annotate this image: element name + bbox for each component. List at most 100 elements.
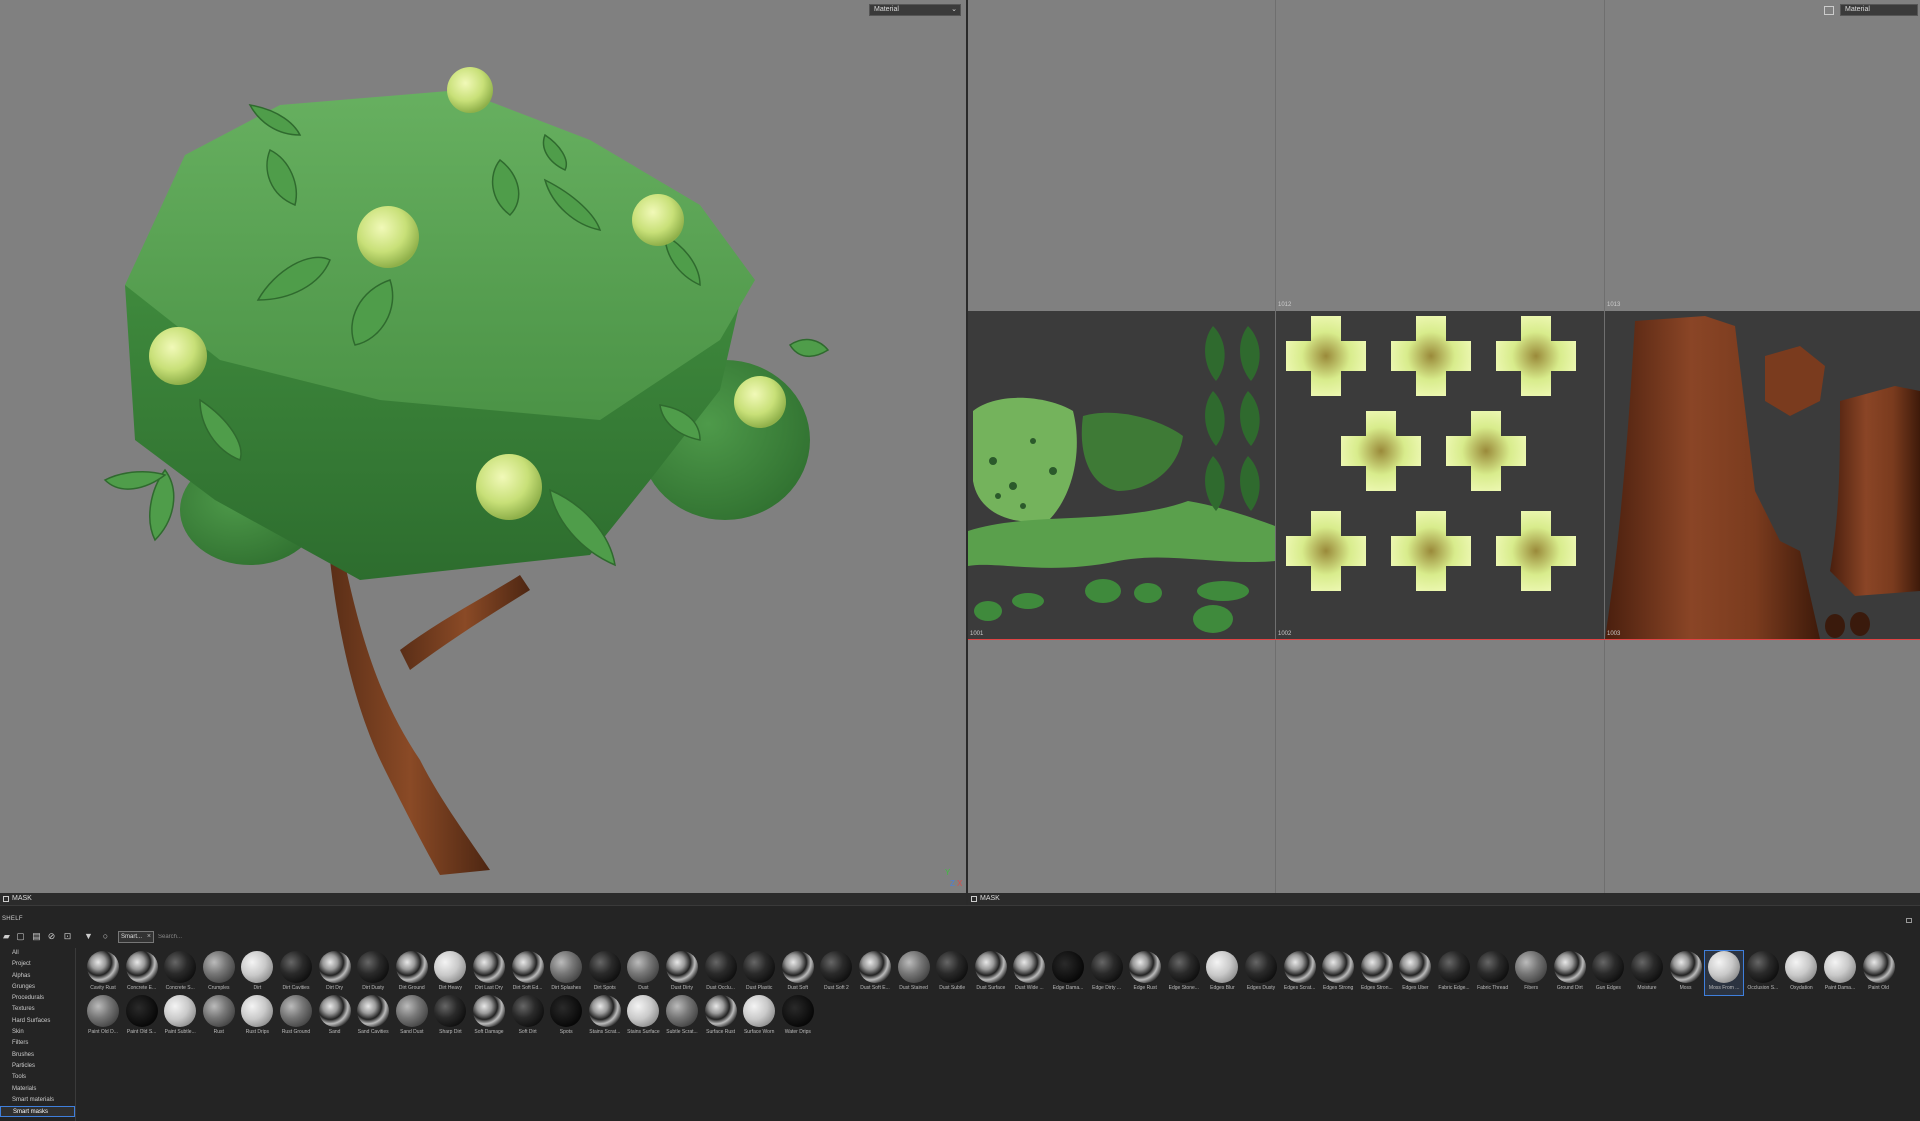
smart-mask-item[interactable]: Rust Ground: [277, 995, 315, 1039]
smart-mask-item[interactable]: Moss: [1667, 951, 1705, 995]
smart-mask-item[interactable]: Edges Scrat...: [1281, 951, 1319, 995]
smart-mask-item[interactable]: Edge Rust: [1126, 951, 1164, 995]
smart-mask-item[interactable]: Surface Worn: [740, 995, 778, 1039]
close-icon[interactable]: ×: [147, 932, 151, 942]
smart-mask-item[interactable]: Sand Cavities: [354, 995, 392, 1039]
smart-mask-item[interactable]: Moisture: [1628, 951, 1666, 995]
category-item[interactable]: All: [0, 948, 75, 959]
smart-mask-item[interactable]: Paint Dama...: [1821, 951, 1859, 995]
smart-mask-item[interactable]: Paint Old S...: [123, 995, 161, 1039]
smart-mask-item[interactable]: Dust: [624, 951, 662, 995]
smart-mask-item[interactable]: Dust Wide ...: [1010, 951, 1048, 995]
smart-mask-item[interactable]: Rust Drips: [238, 995, 276, 1039]
category-item[interactable]: Project: [0, 959, 75, 970]
smart-mask-item[interactable]: Dirt Dusty: [354, 951, 392, 995]
save-icon[interactable]: ▤: [32, 932, 41, 941]
viewport-2d-mask-bar[interactable]: MASK: [968, 893, 1920, 905]
mask-toggle-icon[interactable]: [3, 896, 9, 902]
smart-mask-item[interactable]: Dirt Cavities: [277, 951, 315, 995]
smart-mask-item[interactable]: Fabric Edge...: [1435, 951, 1473, 995]
smart-mask-item[interactable]: Dust Plastic: [740, 951, 778, 995]
smart-mask-item[interactable]: Surface Rust: [702, 995, 740, 1039]
smart-mask-item[interactable]: Dust Subtle: [933, 951, 971, 995]
smart-mask-item[interactable]: Fabric Thread: [1474, 951, 1512, 995]
smart-mask-item[interactable]: Rust: [200, 995, 238, 1039]
smart-mask-item[interactable]: Paint Old D...: [84, 995, 122, 1039]
smart-mask-item[interactable]: Dust Soft E...: [856, 951, 894, 995]
viewport-3d-mask-bar[interactable]: MASK: [0, 893, 966, 905]
smart-mask-item[interactable]: Oxydation: [1782, 951, 1820, 995]
category-item[interactable]: Tools: [0, 1072, 75, 1083]
smart-mask-item[interactable]: Dust Surface: [972, 951, 1010, 995]
smart-mask-item[interactable]: Dirt Dry: [316, 951, 354, 995]
filter-icon[interactable]: ▼: [84, 932, 93, 941]
shelf-undock-icon[interactable]: [1906, 918, 1912, 923]
smart-mask-item[interactable]: Dust Stained: [895, 951, 933, 995]
category-item[interactable]: Textures: [0, 1004, 75, 1015]
smart-mask-item[interactable]: Stains Scrat...: [586, 995, 624, 1039]
smart-mask-item[interactable]: Dirt Splashes: [547, 951, 585, 995]
category-item[interactable]: Materials: [0, 1084, 75, 1095]
smart-mask-item[interactable]: Soft Damage: [470, 995, 508, 1039]
smart-mask-item[interactable]: Dust Soft: [779, 951, 817, 995]
search-input[interactable]: [158, 931, 458, 943]
expand-icon[interactable]: ▢: [16, 932, 25, 941]
smart-mask-item[interactable]: Occlusion S...: [1744, 951, 1782, 995]
smart-mask-item[interactable]: Dirt Heavy: [431, 951, 469, 995]
viewport-3d[interactable]: Material ⌄ Y Z X: [0, 0, 966, 893]
viewport-2d[interactable]: Material 1012 1013 1001 1002 1003: [968, 0, 1920, 893]
smart-mask-item[interactable]: Moss From ...: [1704, 950, 1745, 996]
import-icon[interactable]: ⊡: [63, 932, 72, 941]
smart-mask-item[interactable]: Edges Strong: [1319, 951, 1357, 995]
category-item[interactable]: Smart masks: [0, 1106, 75, 1118]
smart-mask-item[interactable]: Sand Dust: [393, 995, 431, 1039]
smart-mask-item[interactable]: Sand: [316, 995, 354, 1039]
smart-mask-item[interactable]: Subtle Scrat...: [663, 995, 701, 1039]
smart-mask-item[interactable]: Edge Stone...: [1165, 951, 1203, 995]
category-item[interactable]: Procedurals: [0, 993, 75, 1004]
smart-mask-item[interactable]: Stains Surface: [624, 995, 662, 1039]
mask-toggle-icon[interactable]: [971, 896, 977, 902]
smart-mask-item[interactable]: Edges Stron...: [1358, 951, 1396, 995]
category-item[interactable]: Particles: [0, 1061, 75, 1072]
smart-mask-item[interactable]: Dust Soft 2: [817, 951, 855, 995]
smart-mask-item[interactable]: Water Drips: [779, 995, 817, 1039]
smart-mask-item[interactable]: Crumples: [200, 951, 238, 995]
smart-mask-item[interactable]: Soft Dirt: [509, 995, 547, 1039]
smart-mask-item[interactable]: Edge Dirty ...: [1088, 951, 1126, 995]
circle-icon[interactable]: ○: [101, 932, 110, 941]
smart-mask-item[interactable]: Concrete E...: [123, 951, 161, 995]
viewport-2d-mode-select[interactable]: Material: [1840, 4, 1918, 16]
hide-icon[interactable]: ⊘: [47, 932, 56, 941]
smart-mask-item[interactable]: Paint Subtle...: [161, 995, 199, 1039]
smart-mask-item[interactable]: Edges Dusty: [1242, 951, 1280, 995]
folder-icon[interactable]: ▰: [2, 932, 11, 941]
filter-tag[interactable]: Smart... ×: [118, 931, 154, 943]
smart-mask-item[interactable]: Edges Blur: [1203, 951, 1241, 995]
smart-mask-item[interactable]: Gun Edges: [1589, 951, 1627, 995]
smart-mask-item[interactable]: Dirt: [238, 951, 276, 995]
category-item[interactable]: Alphas: [0, 971, 75, 982]
category-item[interactable]: Skin: [0, 1027, 75, 1038]
category-item[interactable]: Grunges: [0, 982, 75, 993]
smart-mask-item[interactable]: Cavity Rust: [84, 951, 122, 995]
smart-mask-item[interactable]: Edge Dama...: [1049, 951, 1087, 995]
smart-mask-item[interactable]: Dust Occlu...: [702, 951, 740, 995]
smart-mask-item[interactable]: Spots: [547, 995, 585, 1039]
smart-mask-item[interactable]: Sharp Dirt: [431, 995, 469, 1039]
category-item[interactable]: Smart materials: [0, 1095, 75, 1106]
smart-mask-item[interactable]: Dust Dirty: [663, 951, 701, 995]
smart-mask-item[interactable]: Dirt Last Dry: [470, 951, 508, 995]
category-item[interactable]: Hard Surfaces: [0, 1016, 75, 1027]
category-item[interactable]: Filters: [0, 1038, 75, 1049]
smart-mask-item[interactable]: Dirt Soft Ed...: [509, 951, 547, 995]
smart-mask-item[interactable]: Edges Uber: [1396, 951, 1434, 995]
smart-mask-item[interactable]: Concrete S...: [161, 951, 199, 995]
smart-mask-item[interactable]: Paint Old: [1860, 951, 1898, 995]
smart-mask-item[interactable]: Dirt Ground: [393, 951, 431, 995]
smart-mask-item[interactable]: Ground Dirt: [1551, 951, 1589, 995]
category-item[interactable]: Brushes: [0, 1050, 75, 1061]
layout-icon[interactable]: [1824, 6, 1834, 15]
smart-mask-item[interactable]: Dirt Spots: [586, 951, 624, 995]
smart-mask-item[interactable]: Fibers: [1512, 951, 1550, 995]
